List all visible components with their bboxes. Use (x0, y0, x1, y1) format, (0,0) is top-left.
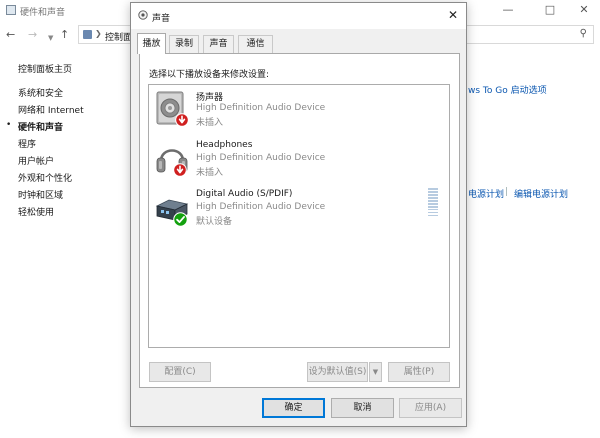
sidebar-item-network[interactable]: 网络和 Internet (18, 103, 84, 116)
audio-level-meter (428, 188, 438, 218)
playback-device-list[interactable]: 扬声器 High Definition Audio Device 未插入 Hea… (148, 84, 450, 348)
sound-dialog: 声音 ✕ 播放 录制 声音 通信 选择以下播放设备来修改设置: 扬声器 High… (130, 2, 467, 427)
sound-dialog-title: 声音 (152, 14, 171, 24)
device-status: 默认设备 (196, 217, 233, 227)
configure-button[interactable]: 配置(C) (149, 362, 211, 382)
back-arrow-icon[interactable]: ← (6, 29, 15, 41)
sidebar-item-user-accounts[interactable]: 用户帐户 (18, 154, 54, 167)
search-icon[interactable]: ⚲ (580, 28, 587, 39)
device-name: 扬声器 (196, 93, 224, 103)
tab-sounds[interactable]: 声音 (203, 35, 234, 53)
sidebar-item-hardware-sound[interactable]: 硬件和声音 (18, 120, 63, 133)
sidebar-item-programs[interactable]: 程序 (18, 137, 36, 150)
close-window-button[interactable]: ✕ (566, 0, 600, 20)
sound-dialog-titlebar[interactable]: 声音 ✕ (131, 3, 466, 29)
active-item-bullet: • (6, 120, 12, 130)
device-row-speaker[interactable]: 扬声器 High Definition Audio Device 未插入 (149, 87, 449, 137)
up-arrow-icon[interactable]: ↑ (60, 29, 69, 41)
apply-button[interactable]: 应用(A) (399, 398, 462, 418)
sidebar-item-appearance[interactable]: 外观和个性化 (18, 171, 72, 184)
ok-button[interactable]: 确定 (262, 398, 325, 418)
sidebar-item-home[interactable]: 控制面板主页 (18, 62, 72, 75)
device-driver: High Definition Audio Device (196, 202, 326, 212)
sidebar-item-system-security[interactable]: 系统和安全 (18, 86, 63, 99)
instruction-label: 选择以下播放设备来修改设置: (149, 70, 270, 80)
device-driver: High Definition Audio Device (196, 153, 326, 163)
properties-button[interactable]: 属性(P) (388, 362, 450, 382)
edit-power-plan-link[interactable]: 编辑电源计划 (514, 187, 568, 200)
device-status: 未插入 (196, 118, 224, 128)
device-row-headphones[interactable]: Headphones High Definition Audio Device … (149, 137, 449, 187)
sidebar-item-ease-of-access[interactable]: 轻松使用 (18, 205, 54, 218)
forward-arrow-icon[interactable]: → (28, 29, 37, 41)
device-name: Digital Audio (S/PDIF) (196, 189, 293, 199)
playback-tab-panel: 选择以下播放设备来修改设置: 扬声器 High Definition Audio… (139, 53, 460, 388)
control-panel-title: 硬件和声音 (20, 8, 66, 18)
recent-locations-chevron-icon[interactable]: ▼ (48, 32, 53, 44)
breadcrumb-control-panel[interactable]: 控制面 (105, 30, 132, 43)
maximize-button[interactable]: □ (532, 0, 568, 20)
unplugged-badge-icon (173, 163, 187, 177)
tab-recording[interactable]: 录制 (169, 35, 199, 53)
link-separator: | (505, 187, 509, 197)
device-driver: High Definition Audio Device (196, 103, 326, 113)
tab-communications[interactable]: 通信 (238, 35, 273, 53)
control-panel-location-icon (83, 30, 92, 39)
set-default-dropdown-chevron-icon[interactable]: ▼ (369, 362, 382, 382)
default-check-icon (173, 212, 188, 227)
minimize-button[interactable]: — (490, 0, 526, 20)
device-name: Headphones (196, 140, 253, 150)
device-row-digital-audio[interactable]: Digital Audio (S/PDIF) High Definition A… (149, 186, 449, 236)
set-default-button[interactable]: 设为默认值(S) (307, 362, 368, 382)
unplugged-badge-icon (175, 113, 189, 127)
cancel-button[interactable]: 取消 (331, 398, 394, 418)
close-icon[interactable]: ✕ (443, 6, 463, 24)
sidebar-item-clock-region[interactable]: 时钟和区域 (18, 188, 63, 201)
power-plan-link[interactable]: 电源计划 (468, 187, 504, 200)
device-status: 未插入 (196, 168, 224, 178)
tab-playback[interactable]: 播放 (137, 33, 166, 54)
breadcrumb-chevron-icon[interactable]: ❯ (95, 29, 102, 38)
sound-dialog-icon (138, 10, 148, 20)
control-panel-app-icon (6, 5, 16, 15)
windows-to-go-link[interactable]: ws To Go 启动选项 (468, 83, 547, 96)
